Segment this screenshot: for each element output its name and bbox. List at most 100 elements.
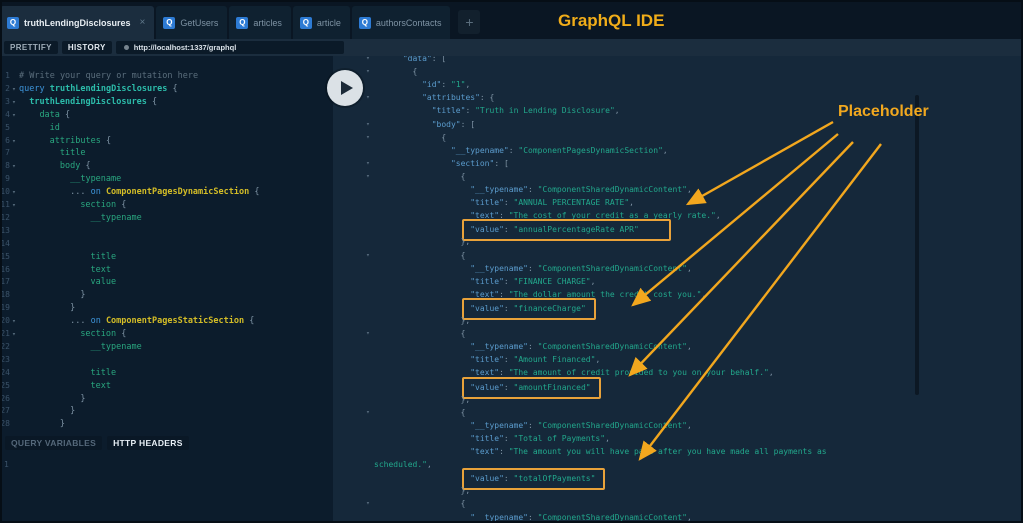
line-number: 16 [0,264,10,274]
tab-GetUsers[interactable]: Q GetUsers [156,6,228,39]
fold-toggle-icon[interactable]: ▾ [366,56,370,65]
response-line: { [412,67,418,77]
fold-toggle-icon[interactable]: ▾ [12,83,16,96]
tab-http-headers[interactable]: HTTP HEADERS [107,436,189,450]
fold-toggle-icon[interactable]: ▾ [366,497,370,510]
response-line: "section": [ [450,158,509,168]
query-line: text [90,380,112,391]
line-number: 4 [5,109,10,119]
line-number: 3 [5,96,10,106]
endpoint-url: http://localhost:1337/graphql [133,43,237,52]
fold-toggle-icon[interactable]: ▾ [366,327,370,340]
line-number: 27 [0,406,10,416]
query-editor-code[interactable]: 1 # Write your query or mutation here 2 ▾ qu… [0,56,333,433]
tab-list: QtruthLendingDisclosures × Q GetUsers Qartic… [0,6,452,39]
query-line: } [80,393,86,404]
response-line: { [460,171,466,181]
query-line: ... on ComponentPagesDynamicSection { [70,187,260,198]
tab-articles[interactable]: Qarticles [229,6,291,39]
tab-label: article [316,17,341,28]
query-line: title [59,148,86,159]
fold-toggle-icon[interactable]: ▾ [12,186,16,199]
line-number: 22 [0,341,10,351]
line-number: 17 [0,277,10,287]
line-number: 23 [0,354,10,364]
query-line: query truthLendingDisclosures { [19,83,178,94]
line-number: 7 [5,148,10,158]
tab-label: articles [253,17,282,28]
response-line: "__typename": "ComponentSharedDynamicCon… [470,342,692,352]
response-line: { [460,407,466,417]
prettify-button[interactable]: PRETTIFY [4,41,58,54]
new-tab-button[interactable]: + [458,10,481,34]
graphql-ide-window: QtruthLendingDisclosures × Q GetUsers Qartic… [0,0,1023,523]
query-line: title [90,367,117,378]
tab-authorsContacts[interactable]: QauthorsContacts [351,6,451,39]
tab-truthLendingDisclosures[interactable]: QtruthLendingDisclosures × [0,6,155,39]
response-line: }, [460,486,471,496]
response-line: "value": "financeCharge" [462,297,596,320]
fold-toggle-icon[interactable]: ▾ [12,160,16,173]
fold-toggle-icon[interactable]: ▾ [366,65,370,78]
tab-article[interactable]: Qarticle [292,6,350,39]
tab-close-icon[interactable]: × [140,17,146,28]
line-number: 6 [5,135,10,145]
fold-toggle-icon[interactable]: ▾ [366,131,370,144]
fold-toggle-icon[interactable]: ▾ [12,315,16,328]
query-line: # Write your query or mutation here [19,71,199,81]
fold-toggle-icon[interactable]: ▾ [12,135,16,148]
fold-toggle-icon[interactable]: ▾ [12,199,16,212]
query-badge-icon: Q [7,16,19,29]
fold-toggle-icon[interactable]: ▾ [12,328,16,341]
line-number: 21 [0,329,10,338]
tab-label: truthLendingDisclosures [24,17,131,28]
fold-toggle-icon[interactable]: ▾ [12,96,16,109]
query-line: data { [39,109,71,120]
line-number: 15 [0,251,10,261]
query-line: section { [80,200,127,210]
variables-header: QUERY VARIABLES HTTP HEADERS [0,433,338,453]
execute-query-button[interactable] [327,70,363,106]
fold-toggle-icon[interactable]: ▾ [366,157,370,170]
query-line: truthLendingDisclosures { [29,96,158,107]
history-button[interactable]: HISTORY [61,41,112,54]
response-pane: ▾ "data": [▾ {"id": "1", ▾ "attributes": {"t… [333,56,1021,521]
tab-query-variables[interactable]: QUERY VARIABLES [5,436,103,450]
endpoint-url-bar[interactable]: http://localhost:1337/graphql [115,41,344,54]
response-scrollbar[interactable] [915,95,919,395]
response-line: { [460,329,466,339]
line-number: 25 [0,380,10,390]
line-number: 13 [0,225,10,235]
query-line: } [70,303,76,314]
response-line: "__typename": "ComponentSharedDynamicCon… [470,420,692,430]
query-line: value [90,277,117,288]
tab-label: GetUsers [180,17,219,28]
fold-toggle-icon[interactable]: ▾ [366,249,370,262]
response-line: "title": "Truth in Lending Disclosure", [431,106,620,116]
query-line: title [90,251,117,262]
tab-label: authorsContacts [375,17,442,28]
value-highlight-box: "value": "financeCharge" [462,297,596,320]
query-line: __typename [70,174,122,185]
fold-toggle-icon[interactable]: ▾ [366,91,370,104]
query-editor-pane[interactable]: 1 # Write your query or mutation here 2 ▾ qu… [0,56,333,521]
query-line: attributes { [49,135,112,146]
response-line: "attributes": { [422,93,495,103]
fold-toggle-icon[interactable]: ▾ [366,170,370,183]
query-line: body { [59,161,91,172]
query-line: } [59,419,65,430]
query-badge-icon: Q [236,16,249,29]
fold-toggle-icon[interactable]: ▾ [12,109,16,122]
line-number: 20 [0,316,10,326]
line-number: 18 [0,290,10,300]
response-line: { [441,132,447,142]
response-line: { [460,250,466,260]
line-number: 12 [0,212,10,222]
fold-toggle-icon[interactable]: ▾ [366,118,370,131]
response-line: "title": "Total of Payments", [470,433,610,443]
query-line: ... on ComponentPagesStaticSection { [70,316,255,327]
query-line: section { [80,329,127,339]
response-line: }, [460,316,471,325]
fold-toggle-icon[interactable]: ▾ [366,406,370,419]
response-line: scheduled.", [374,460,432,470]
